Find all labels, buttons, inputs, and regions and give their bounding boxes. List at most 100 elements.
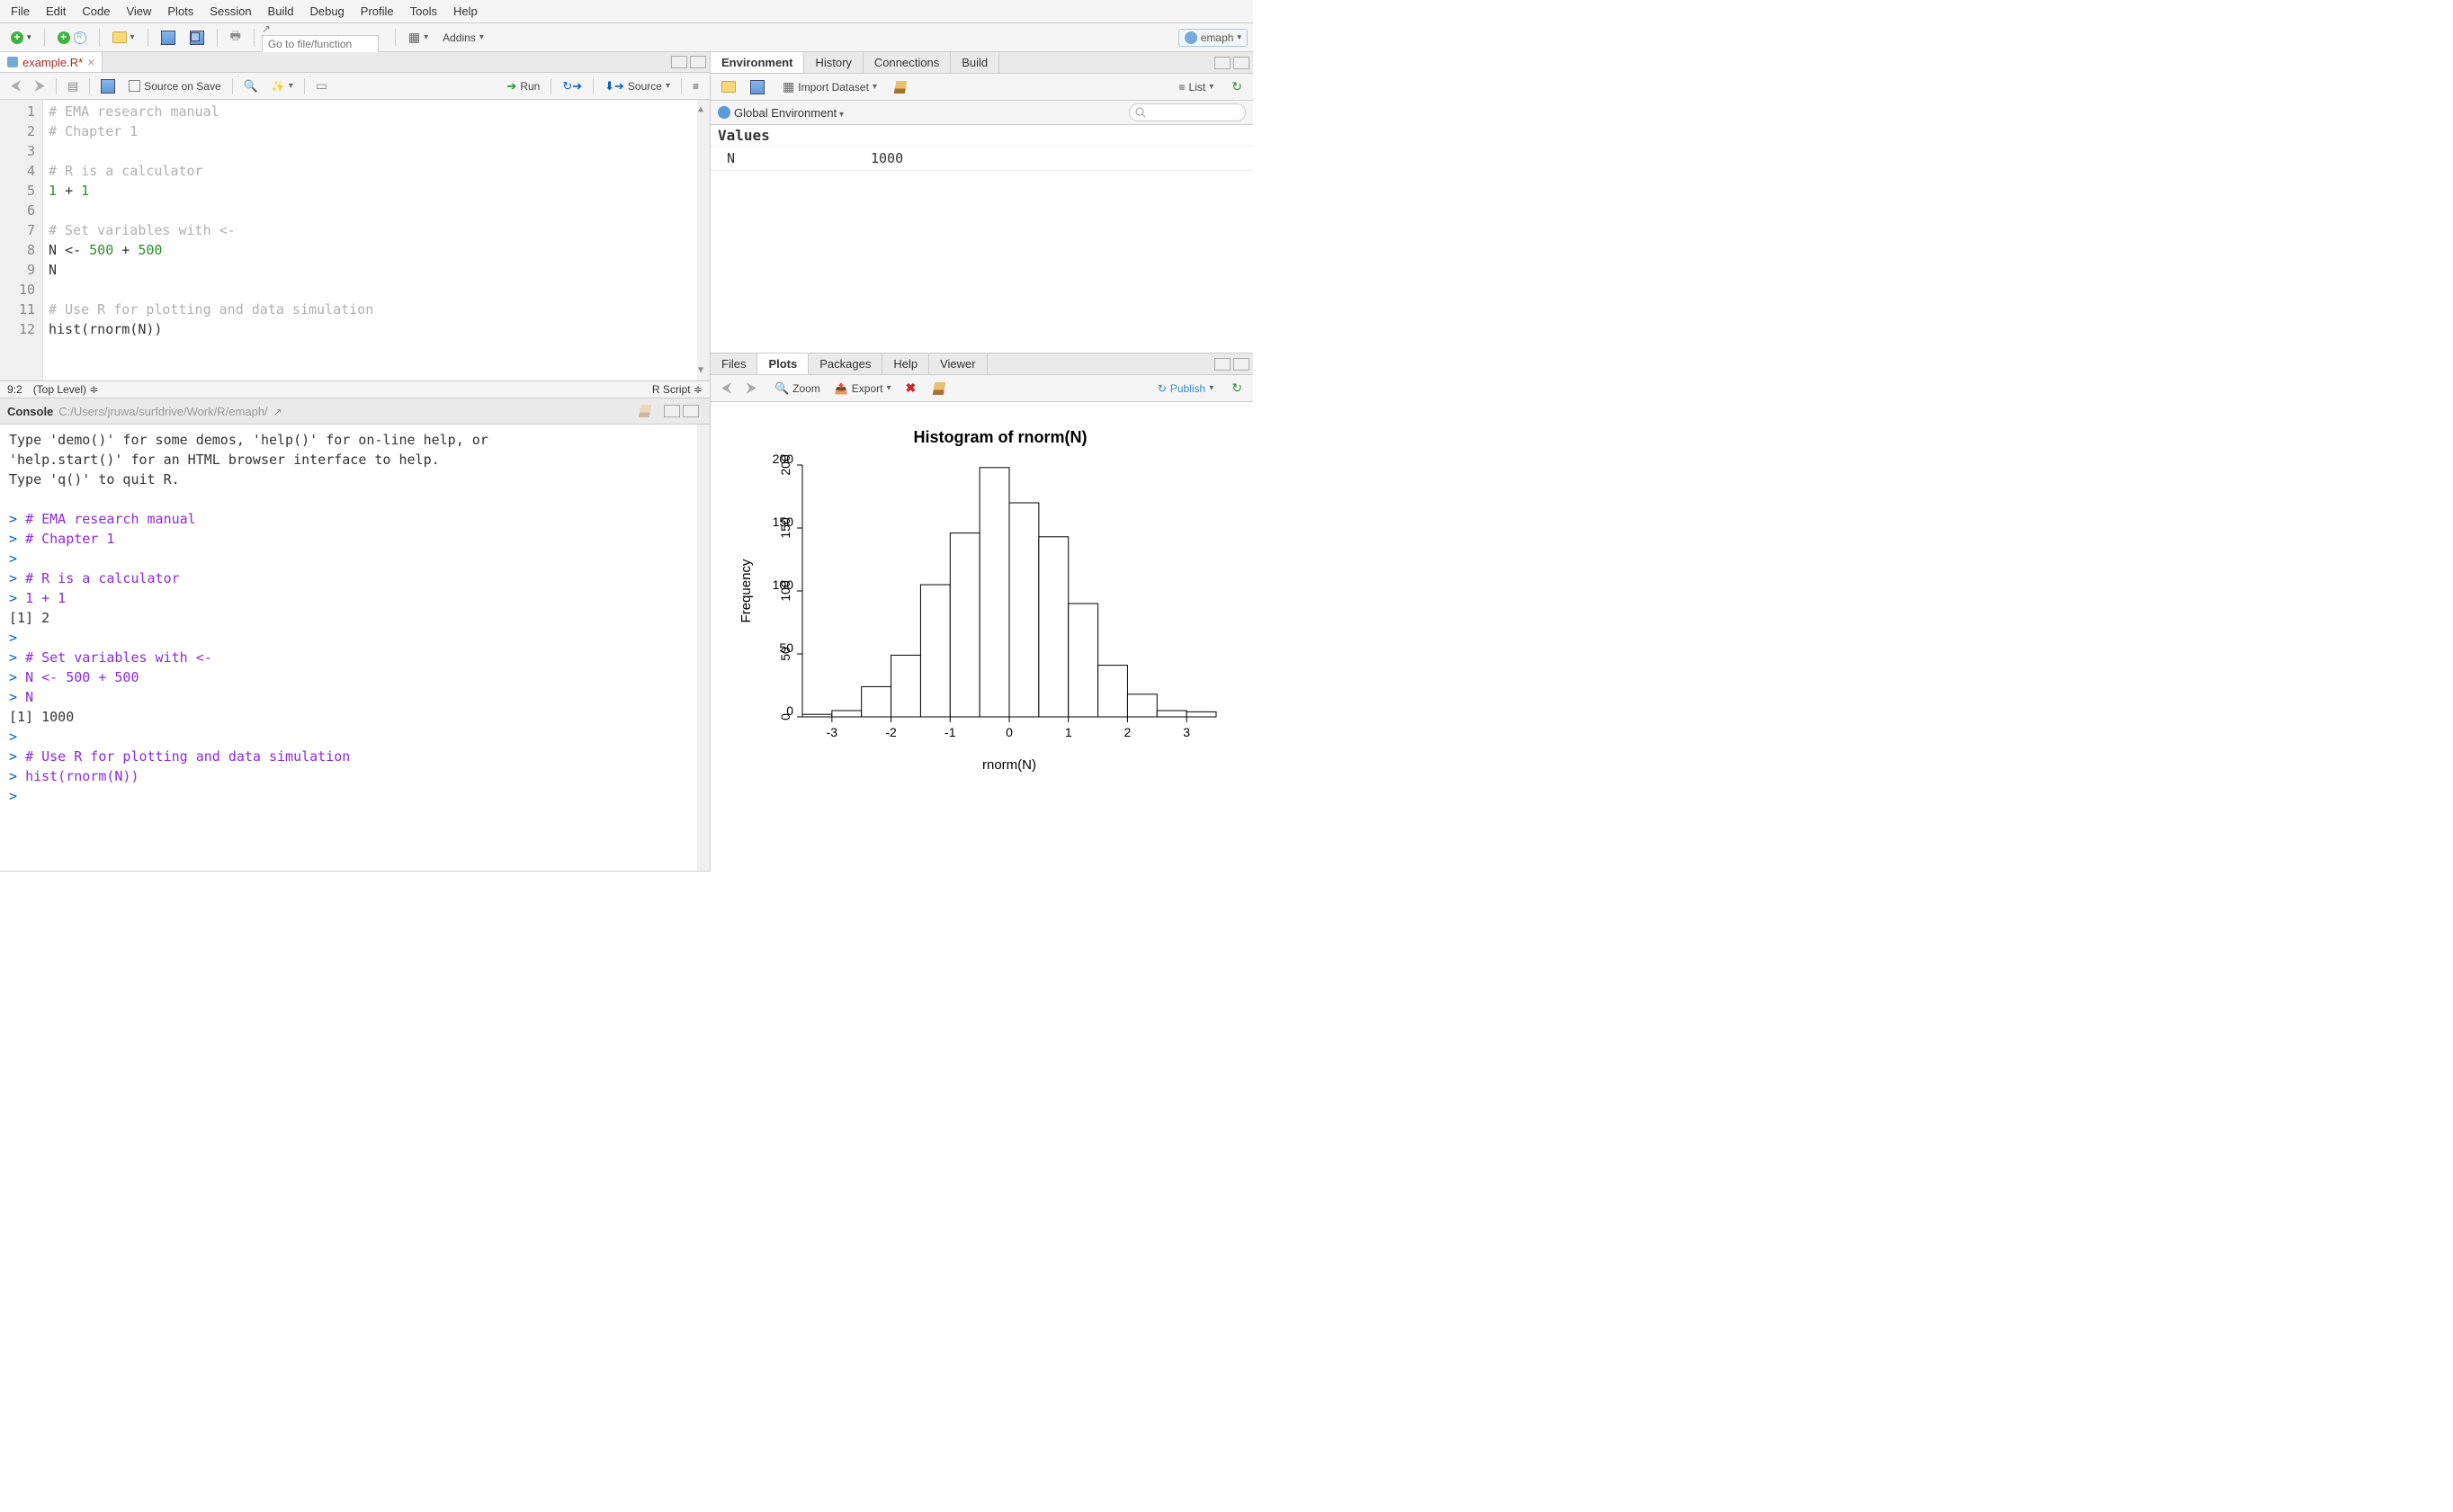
tab-viewer[interactable]: Viewer <box>929 353 988 374</box>
minimize-pane-button[interactable] <box>671 56 687 68</box>
minimize-env-button[interactable] <box>1214 57 1231 69</box>
minimize-plots-button[interactable] <box>1214 358 1231 371</box>
clear-console-button[interactable] <box>634 402 656 420</box>
console-path: C:/Users/jruwa/surfdrive/Work/R/emaph/ <box>58 405 267 418</box>
find-replace-button[interactable] <box>238 76 264 96</box>
show-in-new-window-button[interactable] <box>62 76 84 96</box>
svg-text:rnorm(N): rnorm(N) <box>982 757 1036 773</box>
run-button[interactable]: ➔ Run <box>501 76 545 96</box>
nav-back-button[interactable]: ⮜ <box>5 76 26 97</box>
source-on-save-checkbox[interactable]: Source on Save <box>123 77 226 95</box>
nav-forward-button[interactable]: ⮞ <box>29 76 50 97</box>
project-menu[interactable]: emaph ▾ <box>1178 29 1248 47</box>
rerun-button[interactable]: ↻➔ <box>557 76 587 96</box>
svg-text:-2: -2 <box>885 725 897 739</box>
svg-text:50: 50 <box>778 647 792 661</box>
env-toolbar: Import Dataset ≡ List <box>711 74 1253 101</box>
refresh-plot-button[interactable] <box>1226 378 1248 398</box>
workspace-layout-button[interactable] <box>403 27 434 48</box>
scope-indicator[interactable]: (Top Level) ≑ <box>33 383 99 396</box>
editor-scrollbar[interactable] <box>697 100 710 380</box>
import-dataset-button[interactable]: Import Dataset <box>777 76 882 97</box>
goto-input[interactable] <box>262 35 379 53</box>
source-button[interactable]: ⬇➔ Source <box>599 76 676 96</box>
maximize-env-button[interactable] <box>1233 57 1249 69</box>
tab-plots[interactable]: Plots <box>757 353 809 374</box>
console-path-icon[interactable] <box>273 405 282 418</box>
tab-files[interactable]: Files <box>711 353 757 374</box>
load-workspace-button[interactable] <box>716 78 741 95</box>
maximize-pane-button[interactable] <box>690 56 706 68</box>
file-tab-label: example.R* <box>22 56 83 69</box>
env-search-input[interactable] <box>1129 103 1246 121</box>
new-file-button[interactable]: ▾ <box>5 29 37 47</box>
globe-icon <box>718 106 730 119</box>
editor-statusbar: 9:2 (Top Level) ≑ R Script ≑ <box>0 380 710 398</box>
outline-button[interactable]: ≡ <box>687 77 704 95</box>
svg-text:1: 1 <box>1064 725 1071 739</box>
menu-code[interactable]: Code <box>75 2 117 21</box>
next-plot-button[interactable]: ⮞ <box>740 378 762 399</box>
new-project-button[interactable] <box>52 29 92 47</box>
console-output[interactable]: Type 'demo()' for some demos, 'help()' f… <box>0 425 710 871</box>
menu-view[interactable]: View <box>119 2 158 21</box>
maximize-plots-button[interactable] <box>1233 358 1249 371</box>
env-tabs: EnvironmentHistoryConnectionsBuild <box>711 52 1253 74</box>
console-pane-controls <box>661 405 703 417</box>
env-var-value[interactable]: 1000 <box>855 147 1253 170</box>
env-search[interactable] <box>1129 103 1246 121</box>
open-file-button[interactable] <box>107 29 140 46</box>
zoom-button[interactable]: Zoom <box>769 379 826 398</box>
compile-report-button[interactable] <box>310 76 333 96</box>
refresh-env-button[interactable] <box>1226 76 1248 97</box>
save-source-button[interactable] <box>95 76 121 96</box>
svg-text:-3: -3 <box>826 725 837 739</box>
save-button[interactable] <box>156 28 181 48</box>
save-all-button[interactable] <box>184 28 210 48</box>
svg-text:2: 2 <box>1124 725 1131 739</box>
menu-edit[interactable]: Edit <box>39 2 73 21</box>
export-plot-button[interactable]: 📤 Export <box>829 380 897 398</box>
maximize-console-button[interactable] <box>683 405 699 417</box>
console-scrollbar[interactable] <box>697 425 710 871</box>
goto-file-function[interactable] <box>262 22 388 53</box>
file-type-indicator[interactable]: R Script ≑ <box>652 383 703 396</box>
menu-debug[interactable]: Debug <box>302 2 351 21</box>
print-button[interactable] <box>225 25 246 50</box>
menu-build[interactable]: Build <box>261 2 301 21</box>
env-var-name[interactable]: N <box>711 147 855 170</box>
console-tab[interactable]: Console <box>7 405 53 418</box>
view-mode-button[interactable]: ≡ List <box>1174 78 1220 96</box>
menu-profile[interactable]: Profile <box>354 2 401 21</box>
tab-build[interactable]: Build <box>951 52 999 73</box>
svg-text:200: 200 <box>778 454 792 476</box>
close-tab-icon[interactable]: × <box>87 55 94 69</box>
menu-tools[interactable]: Tools <box>403 2 444 21</box>
code-lines[interactable]: # EMA research manual# Chapter 1 # R is … <box>43 100 697 380</box>
publish-button[interactable]: ↻ Publish <box>1152 380 1219 398</box>
prev-plot-button[interactable]: ⮜ <box>716 378 737 399</box>
tab-connections[interactable]: Connections <box>864 52 951 73</box>
remove-plot-button[interactable]: ✖ <box>900 378 922 398</box>
env-section-header: Values <box>711 125 1253 146</box>
menu-help[interactable]: Help <box>446 2 485 21</box>
clear-plots-button[interactable] <box>928 380 950 398</box>
save-workspace-button[interactable] <box>745 77 770 97</box>
menu-file[interactable]: File <box>4 2 37 21</box>
cursor-position: 9:2 <box>7 383 22 396</box>
code-tools-button[interactable] <box>266 77 299 95</box>
menu-plots[interactable]: Plots <box>160 2 201 21</box>
code-editor[interactable]: 123456789101112 # EMA research manual# C… <box>0 100 710 380</box>
svg-text:-1: -1 <box>944 725 956 739</box>
env-scope-selector[interactable]: Global Environment <box>734 106 844 120</box>
file-tab-example[interactable]: example.R* × <box>0 52 103 72</box>
tab-environment[interactable]: Environment <box>711 52 804 73</box>
tab-help[interactable]: Help <box>882 353 929 374</box>
env-pane-controls <box>1212 57 1253 69</box>
tab-packages[interactable]: Packages <box>809 353 882 374</box>
addins-button[interactable]: Addins <box>437 29 489 47</box>
minimize-console-button[interactable] <box>664 405 680 417</box>
tab-history[interactable]: History <box>804 52 863 73</box>
clear-env-button[interactable] <box>890 78 911 96</box>
menu-session[interactable]: Session <box>202 2 258 21</box>
